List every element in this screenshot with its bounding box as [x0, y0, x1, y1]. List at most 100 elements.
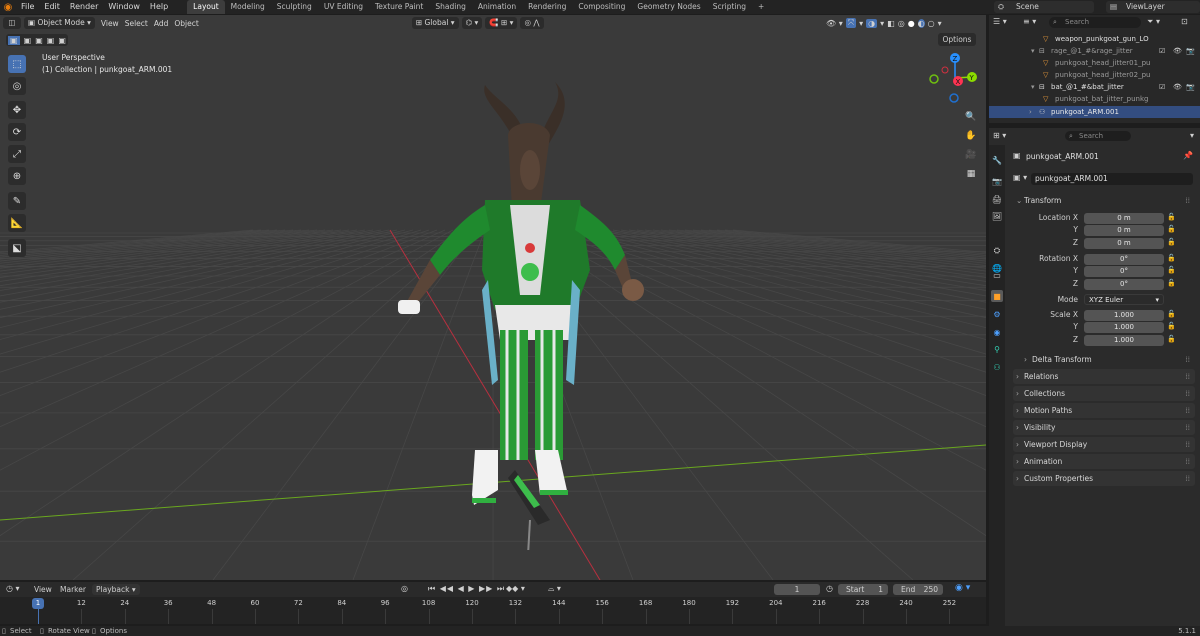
rotation-z-field[interactable]: 0°: [1084, 279, 1164, 290]
location-y-field[interactable]: 0 m: [1084, 225, 1164, 236]
editor-type-icon[interactable]: ◫: [3, 17, 21, 29]
lock-icon[interactable]: 🔓: [1167, 335, 1176, 343]
lock-icon[interactable]: 🔓: [1167, 254, 1176, 262]
lock-icon[interactable]: 🔓: [1167, 310, 1176, 318]
3d-viewport[interactable]: [0, 15, 986, 580]
relations-panel[interactable]: › Relations ⁞⁞: [1013, 369, 1195, 384]
tab-geometry-nodes[interactable]: Geometry Nodes: [631, 0, 706, 14]
transform-tool-icon[interactable]: ⊕: [8, 167, 26, 185]
outliner-row[interactable]: ▽ punkgoat_bat_jitter_punkg: [989, 93, 1200, 105]
start-frame-field[interactable]: Start 1: [838, 584, 888, 595]
overlay-toggle-icon[interactable]: ◑: [866, 18, 878, 28]
scene-tab-icon[interactable]: ⛭: [991, 245, 1003, 257]
new-collection-icon[interactable]: ⊡: [1181, 17, 1188, 26]
snap-icon[interactable]: 🧲 ⊞ ▾: [485, 17, 518, 29]
gizmo-dropdown-icon[interactable]: ▾: [859, 19, 863, 28]
wireframe-shading-icon[interactable]: ◎: [898, 19, 905, 28]
pan-hand-icon[interactable]: ✋: [964, 129, 978, 143]
keyframe-nav-icon[interactable]: ◆◆ ▾: [506, 584, 525, 593]
menu-render[interactable]: Render: [65, 0, 103, 14]
outliner-row[interactable]: ▾ ⊟ rage_@1_#&rage_jitter ☑ 👁 📷: [989, 45, 1200, 57]
timeline-editor-icon[interactable]: ◷ ▾: [6, 584, 20, 593]
pin-icon[interactable]: 📌: [1183, 151, 1193, 160]
select-invert-icon[interactable]: ▣: [47, 36, 55, 45]
visibility-panel[interactable]: › Visibility ⁞⁞: [1013, 420, 1195, 435]
object-name-field[interactable]: punkgoat_ARM.001: [1031, 173, 1193, 185]
zoom-icon[interactable]: 🔍: [964, 110, 978, 124]
object-constraint-tab-icon[interactable]: ⚲: [991, 343, 1003, 355]
playback-controls[interactable]: ⏮ ◀◀ ◀ ▶ ▶▶ ⏭: [428, 584, 505, 594]
select-subtract-icon[interactable]: ▣: [35, 36, 43, 45]
select-box-tool-icon[interactable]: ⬚: [8, 55, 26, 73]
timeline-menu-view[interactable]: View: [34, 585, 52, 594]
lock-icon[interactable]: 🔓: [1167, 238, 1176, 246]
scale-z-field[interactable]: 1.000: [1084, 335, 1164, 346]
outliner-row-selected[interactable]: › ⚇ punkgoat_ARM.001: [989, 106, 1200, 118]
location-z-field[interactable]: 0 m: [1084, 238, 1164, 249]
menu-file[interactable]: File: [16, 0, 39, 14]
orientation-dropdown[interactable]: ⊞ Global ▾: [411, 17, 459, 29]
outliner-search-input[interactable]: ⌕ Search: [1049, 17, 1141, 28]
timeline-ruler[interactable]: 1 12 24 36 48 60 72 84 96 108 120 132 144 156 168 180 19…: [0, 597, 986, 624]
scene-selector[interactable]: ⛭ Scene: [994, 1, 1094, 13]
tab-uv-editing[interactable]: UV Editing: [318, 0, 369, 14]
annotate-tool-icon[interactable]: ✎: [8, 192, 26, 210]
solid-shading-icon[interactable]: ●: [908, 19, 915, 28]
outliner-row[interactable]: ▾ ⊟ bat_@1_#&bat_jitter ☑ 👁 📷: [989, 81, 1200, 93]
scale-tool-icon[interactable]: ⤢: [8, 145, 26, 163]
rotation-y-field[interactable]: 0°: [1084, 266, 1164, 277]
outliner-editor-icon[interactable]: ☰ ▾: [993, 17, 1007, 26]
camera-view-icon[interactable]: 🎥: [964, 148, 978, 162]
rotate-tool-icon[interactable]: ⟳: [8, 123, 26, 141]
tab-rendering[interactable]: Rendering: [522, 0, 572, 14]
rotation-mode-dropdown[interactable]: XYZ Euler ▾: [1084, 294, 1164, 305]
shading-dropdown-icon[interactable]: ▾: [938, 19, 942, 28]
select-extend-icon[interactable]: ▣: [24, 36, 32, 45]
tab-texture-paint[interactable]: Texture Paint: [369, 0, 429, 14]
menu-window[interactable]: Window: [103, 0, 145, 14]
blender-logo-icon[interactable]: ◉: [0, 2, 16, 13]
add-cube-tool-icon[interactable]: ⬕: [8, 239, 26, 257]
object-type-dropdown-icon[interactable]: ▣ ▾: [1013, 173, 1027, 182]
navigation-gizmo[interactable]: Z Y X: [925, 50, 980, 105]
collections-panel[interactable]: › Collections ⁞⁞: [1013, 386, 1195, 401]
viewport-menu-view[interactable]: View: [101, 19, 119, 28]
viewport-display-panel[interactable]: › Viewport Display ⁞⁞: [1013, 437, 1195, 452]
lock-icon[interactable]: 🔓: [1167, 225, 1176, 233]
scale-x-field[interactable]: 1.000: [1084, 310, 1164, 321]
tab-animation[interactable]: Animation: [472, 0, 522, 14]
auto-keying-icon[interactable]: ⌓ ▾: [548, 584, 561, 594]
measure-tool-icon[interactable]: 📐: [8, 214, 26, 232]
animation-panel[interactable]: › Animation ⁞⁞: [1013, 454, 1195, 469]
view-layer-tab-icon[interactable]: 🖼: [991, 210, 1003, 222]
cursor-tool-icon[interactable]: ◎: [8, 77, 26, 95]
tab-modeling[interactable]: Modeling: [225, 0, 271, 14]
location-x-field[interactable]: 0 m: [1084, 213, 1164, 224]
punkgoat-character[interactable]: [390, 80, 670, 550]
tab-sculpting[interactable]: Sculpting: [271, 0, 318, 14]
object-data-tab-icon[interactable]: ⚇: [991, 361, 1003, 373]
tab-scripting[interactable]: Scripting: [707, 0, 752, 14]
options-button[interactable]: Options: [938, 33, 976, 46]
pivot-icon[interactable]: ⌬ ▾: [461, 17, 483, 29]
properties-editor-icon[interactable]: ⊞ ▾: [993, 131, 1006, 140]
playback-dropdown[interactable]: Playback ▾: [92, 584, 140, 595]
select-new-icon[interactable]: ▣: [8, 35, 20, 45]
tab-layout[interactable]: Layout: [187, 0, 225, 14]
view-toggle-icon[interactable]: ◉ ▾: [955, 583, 970, 593]
outliner-row[interactable]: ▽ punkgoat_head_jitter02_pu: [989, 69, 1200, 81]
properties-search-input[interactable]: ⌕ Search: [1065, 131, 1131, 141]
rotation-x-field[interactable]: 0°: [1084, 254, 1164, 265]
visibility-eye-icon[interactable]: 👁 ▾: [826, 19, 843, 28]
physics-tab-icon[interactable]: ◉: [991, 326, 1003, 338]
record-icon[interactable]: ◎: [401, 584, 408, 593]
object-tab-icon[interactable]: ■: [991, 290, 1003, 302]
collection-tab-icon[interactable]: ▭: [991, 269, 1003, 281]
end-frame-field[interactable]: End 250: [893, 584, 943, 595]
add-workspace-button[interactable]: +: [752, 0, 770, 14]
viewlayer-selector[interactable]: ▤ ViewLayer: [1106, 1, 1200, 13]
lock-icon[interactable]: 🔓: [1167, 213, 1176, 221]
overlay-dropdown-icon[interactable]: ▾: [880, 19, 884, 28]
tool-tab-icon[interactable]: 🔧: [991, 154, 1003, 166]
proportional-edit-icon[interactable]: ◎ ⋀: [520, 17, 544, 29]
